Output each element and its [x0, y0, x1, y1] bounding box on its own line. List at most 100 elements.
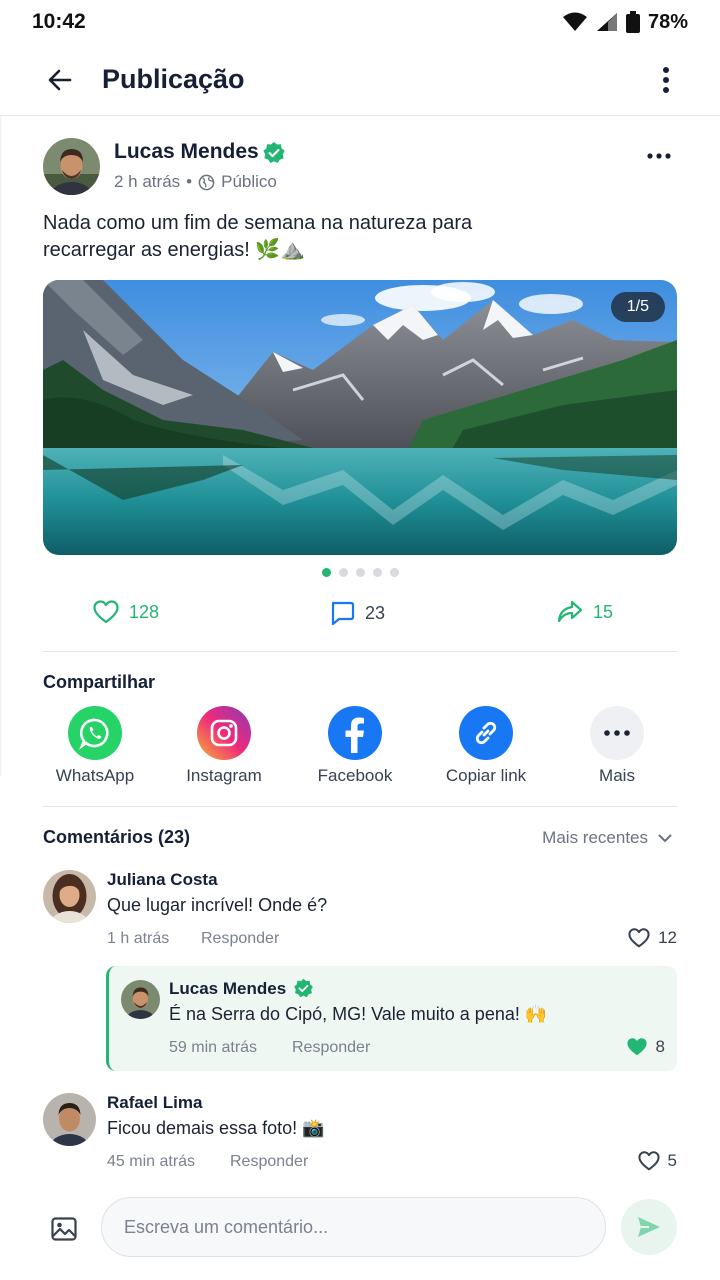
share-more-button[interactable]: Mais [562, 706, 672, 786]
post-time: 2 h atrás [114, 172, 181, 191]
reply-button[interactable]: Responder [201, 930, 279, 948]
heart-filled-icon [626, 1038, 647, 1056]
avatar[interactable] [121, 980, 160, 1019]
share-arrow-icon [557, 600, 583, 623]
share-section-title: Compartilhar [43, 672, 156, 692]
comment-author[interactable]: Lucas Mendes [169, 979, 286, 999]
chevron-down-icon [658, 834, 672, 842]
comment-time: 45 min atrás [107, 1153, 196, 1170]
comment-like-count: 12 [658, 928, 677, 947]
comment-count: 23 [365, 602, 386, 623]
comment-time: 59 min atrás [169, 1039, 258, 1056]
share-count: 15 [593, 601, 614, 622]
share-facebook-button[interactable]: Facebook [300, 706, 410, 786]
sort-label: Mais recentes [542, 828, 648, 847]
heart-icon [628, 928, 650, 948]
send-icon [638, 1217, 660, 1237]
post-text-line-2: recarregar as energias! 🌿⛰️ [43, 239, 306, 261]
reply-button[interactable]: Responder [230, 1153, 308, 1171]
share-instagram-button[interactable]: Instagram [169, 706, 279, 786]
post-meta: 2 h atrás • Público [114, 172, 277, 192]
share-label: Mais [599, 766, 635, 785]
vertical-dots-icon [663, 67, 669, 93]
avatar-image [43, 870, 96, 923]
more-icon [590, 706, 644, 760]
post-visibility: Público [221, 172, 277, 191]
meta-separator: • [186, 172, 193, 191]
comment-like-count: 8 [655, 1037, 665, 1056]
share-label: WhatsApp [55, 766, 135, 785]
share-label: Facebook [317, 766, 393, 785]
comment-like-button[interactable]: 12 [628, 928, 677, 948]
author-name[interactable]: Lucas Mendes [114, 140, 259, 164]
sort-dropdown[interactable]: Mais recentes [542, 828, 672, 848]
avatar[interactable] [43, 870, 96, 923]
carousel-dot[interactable] [355, 568, 365, 577]
attach-image-button[interactable] [46, 1211, 82, 1247]
wifi-icon [562, 12, 587, 31]
divider [43, 806, 677, 807]
share-label: Copiar link [445, 766, 527, 785]
back-button[interactable] [38, 58, 82, 102]
like-button[interactable]: 128 [93, 600, 159, 624]
post-header: Lucas Mendes 2 h atrás • Público [43, 138, 677, 196]
comment-time: 1 h atrás [107, 930, 170, 947]
carousel-dot[interactable] [389, 568, 399, 577]
post-image[interactable]: 1/5 [43, 280, 677, 555]
comment-like-button[interactable]: 5 [637, 1151, 677, 1171]
comment-text: Ficou demais essa foto! 📸 [107, 1118, 325, 1138]
post-text-line-1: Nada como um fim de semana na natureza p… [43, 212, 473, 234]
share-row: WhatsApp Instagram Facebook Copiar link … [43, 706, 677, 786]
reply-button[interactable]: Responder [292, 1039, 370, 1057]
comment-author[interactable]: Rafael Lima [107, 1093, 202, 1113]
arrow-left-icon [48, 69, 72, 90]
comment-composer [0, 1185, 720, 1280]
carousel-dots [0, 568, 720, 577]
comment-item: Rafael Lima Ficou demais essa foto! 📸 45… [43, 1093, 677, 1173]
page-title: Publicação [102, 64, 245, 94]
instagram-icon [197, 706, 251, 760]
author-avatar[interactable] [43, 138, 100, 195]
status-bar: 10:42 78% [0, 0, 720, 44]
avatar-image [121, 980, 160, 1019]
comment-text: É na Serra do Cipó, MG! Vale muito a pen… [169, 1004, 548, 1024]
comments-title: Comentários (23) [43, 827, 191, 847]
comment-author[interactable]: Juliana Costa [107, 870, 218, 890]
share-whatsapp-button[interactable]: WhatsApp [40, 706, 150, 786]
carousel-dot[interactable] [321, 568, 331, 577]
status-icons: 78% [562, 11, 688, 34]
menu-button[interactable] [648, 62, 684, 98]
globe-icon [198, 174, 215, 190]
share-label: Instagram [186, 766, 262, 785]
carousel-dot[interactable] [372, 568, 382, 577]
app-bar: Publicação [0, 44, 720, 116]
send-button[interactable] [621, 1199, 677, 1255]
avatar-image [43, 1093, 96, 1146]
side-shadow [0, 116, 2, 776]
copy-link-button[interactable]: Copiar link [431, 706, 541, 786]
comment-icon [331, 601, 355, 626]
like-count: 128 [129, 601, 160, 622]
comment-button[interactable]: 23 [329, 600, 385, 626]
avatar[interactable] [43, 1093, 96, 1146]
avatar-image [43, 138, 100, 195]
image-counter: 1/5 [610, 292, 665, 322]
verified-icon [263, 142, 285, 163]
carousel-dot[interactable] [338, 568, 348, 577]
comment-item: Juliana Costa Que lugar incrível! Onde é… [43, 870, 677, 950]
comment-input[interactable] [101, 1197, 606, 1257]
comment-like-count: 5 [667, 1151, 677, 1170]
image-icon [51, 1217, 77, 1241]
post-actions: 128 23 15 [43, 600, 677, 640]
comment-text: Que lugar incrível! Onde é? [107, 895, 328, 915]
comment-like-button[interactable]: 8 [626, 1037, 665, 1057]
link-icon [459, 706, 513, 760]
share-button[interactable]: 15 [557, 600, 613, 624]
facebook-icon [328, 706, 382, 760]
reply-item: Lucas Mendes É na Serra do Cipó, MG! Val… [106, 966, 677, 1071]
post-text: Nada como um fim de semana na natureza p… [43, 210, 683, 264]
divider [43, 651, 677, 652]
post-options-button[interactable] [641, 142, 677, 170]
horizontal-dots-icon [647, 153, 671, 159]
verified-icon [294, 978, 313, 998]
